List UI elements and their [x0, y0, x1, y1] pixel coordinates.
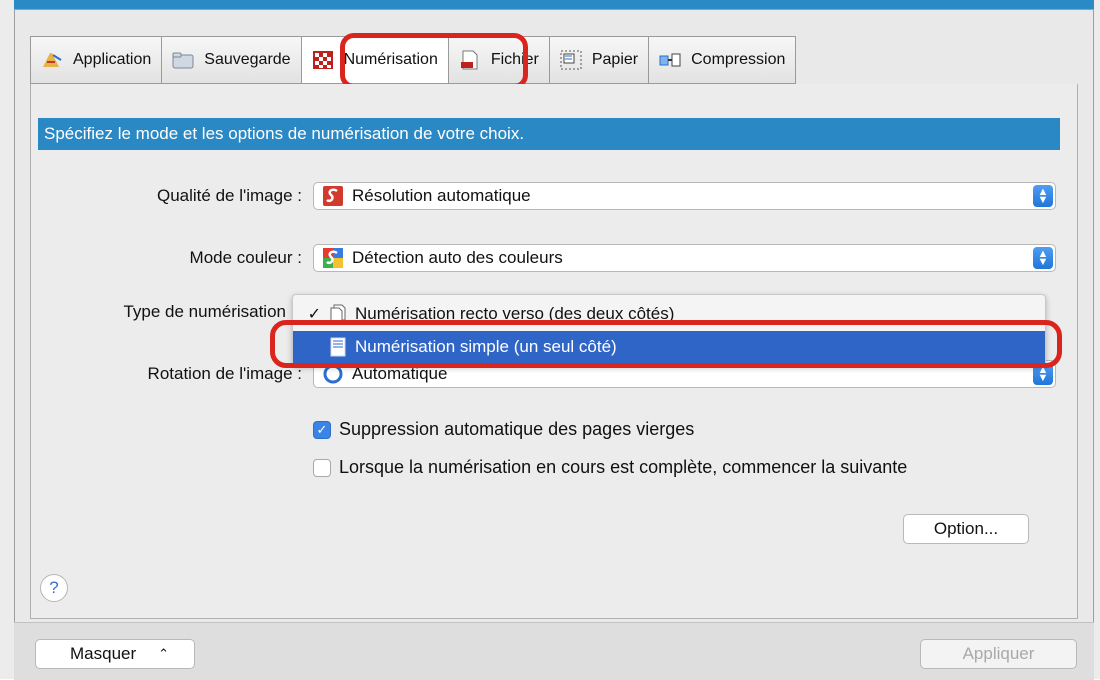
image-quality-label: Qualité de l'image :: [157, 186, 302, 205]
popup-stepper-icon: ▲ ▼: [1033, 363, 1053, 385]
continue-scanning-checkbox[interactable]: Lorsque la numérisation en cours est com…: [313, 457, 907, 478]
checkbox-label: Suppression automatique des pages vierge…: [339, 419, 695, 439]
auto-resolution-icon: [322, 185, 344, 207]
menu-item-duplex[interactable]: ✓ Numérisation recto verso (des deux côt…: [293, 298, 1045, 330]
tab-label: Application: [73, 51, 152, 68]
help-button[interactable]: ?: [40, 574, 68, 602]
rotation-icon: [322, 363, 344, 385]
color-mode-popup[interactable]: Détection auto des couleurs ▲ ▼: [313, 244, 1056, 272]
tab-sauvegarde[interactable]: Sauvegarde: [161, 36, 301, 84]
rotation-value: Automatique: [352, 364, 448, 383]
duplex-page-icon: [329, 304, 347, 324]
tab-papier[interactable]: Papier: [548, 36, 649, 84]
hide-button-label: Masquer: [70, 644, 137, 663]
compression-icon: [659, 51, 681, 69]
popup-stepper-icon: ▲ ▼: [1033, 247, 1053, 269]
window-top-accent: [14, 0, 1094, 9]
tab-label: Papier: [591, 51, 639, 68]
tab-numerisation[interactable]: Numérisation: [300, 36, 448, 84]
image-quality-popup[interactable]: Résolution automatique ▲ ▼: [313, 182, 1056, 210]
application-icon: [41, 51, 63, 69]
section-banner: Spécifiez le mode et les options de numé…: [38, 118, 1060, 150]
apply-button[interactable]: Appliquer: [920, 639, 1077, 669]
menu-item-simplex[interactable]: Numérisation simple (un seul côté): [293, 331, 1045, 363]
tab-fichier[interactable]: Fichier: [447, 36, 549, 84]
tab-label: Compression: [691, 51, 786, 68]
tab-compression[interactable]: Compression: [648, 36, 797, 84]
tab-application[interactable]: Application: [30, 36, 162, 84]
color-mode-value: Détection auto des couleurs: [352, 248, 563, 267]
menu-item-label: Numérisation simple (un seul côté): [355, 337, 617, 356]
auto-color-icon: [322, 247, 344, 269]
color-mode-label: Mode couleur :: [189, 248, 302, 267]
image-quality-value: Résolution automatique: [352, 186, 531, 205]
menu-item-label: Numérisation recto verso (des deux côtés…: [355, 304, 675, 323]
tab-label: Sauvegarde: [204, 51, 291, 68]
tab-bar: Application Sauvegarde Numérisation Fich…: [30, 36, 797, 84]
file-icon: [459, 50, 481, 70]
rotation-label: Rotation de l'image :: [147, 364, 302, 383]
blank-page-removal-checkbox[interactable]: ✓ Suppression automatique des pages vier…: [313, 419, 694, 440]
simplex-page-icon: [329, 337, 347, 357]
checkbox-checked-icon[interactable]: ✓: [313, 420, 331, 439]
preferences-window: Application Sauvegarde Numérisation Fich…: [0, 0, 1100, 680]
option-button[interactable]: Option...: [903, 514, 1029, 544]
checkbox-unchecked-icon[interactable]: [313, 458, 331, 477]
scan-type-label: Type de numérisation: [123, 302, 286, 321]
paper-icon: [560, 50, 582, 70]
hide-button[interactable]: Masquer ⌃: [35, 639, 195, 669]
tab-label: Fichier: [490, 51, 539, 68]
tab-label: Numérisation: [343, 51, 438, 68]
popup-stepper-icon: ▲ ▼: [1033, 185, 1053, 207]
chevron-up-icon: ⌃: [158, 646, 170, 661]
scan-icon: [312, 51, 334, 69]
scan-type-menu: ✓ Numérisation recto verso (des deux côt…: [292, 294, 1046, 366]
checkmark-icon: ✓: [307, 306, 321, 323]
folder-icon: [172, 51, 194, 69]
checkbox-label: Lorsque la numérisation en cours est com…: [339, 457, 908, 477]
